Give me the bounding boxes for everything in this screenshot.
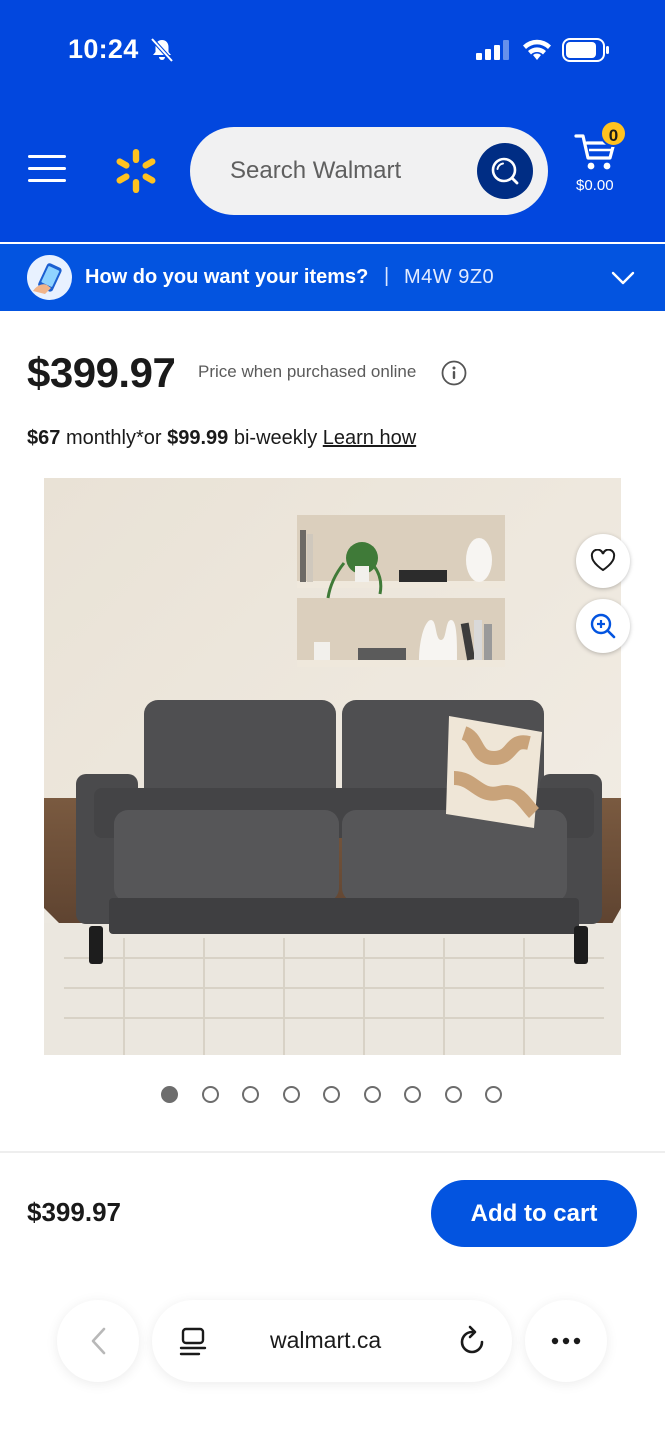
zoom-button[interactable] <box>576 599 630 653</box>
favorite-button[interactable] <box>576 534 630 588</box>
page-menu-icon[interactable] <box>179 1327 207 1357</box>
battery-icon <box>562 38 609 62</box>
carousel-dot[interactable] <box>404 1086 421 1103</box>
monthly-text: monthly*or <box>65 427 162 449</box>
search-button[interactable] <box>477 143 533 199</box>
price-note: Price when purchased online <box>198 362 417 381</box>
search-bar <box>190 127 548 215</box>
chevron-left-icon <box>91 1327 106 1355</box>
menu-line <box>28 155 66 158</box>
cart-button[interactable]: 0 $0.00 <box>570 118 640 198</box>
menu-line <box>28 179 66 182</box>
add-to-cart-button[interactable]: Add to cart <box>431 1180 637 1247</box>
postal-code: M4W 9Z0 <box>404 266 495 288</box>
financing-line: $67 monthly*or $99.99 bi-weekly Learn ho… <box>27 427 416 450</box>
image-carousel-dots <box>161 1086 506 1104</box>
browser-more-button[interactable] <box>525 1300 607 1382</box>
menu-button[interactable] <box>28 155 68 187</box>
carousel-dot[interactable] <box>161 1086 178 1103</box>
carousel-dot[interactable] <box>323 1086 340 1103</box>
reload-icon[interactable] <box>457 1325 487 1357</box>
product-image[interactable] <box>44 478 621 1055</box>
menu-line <box>28 167 66 170</box>
app-header: 10:24 Search Walmart 0 $0.00 <box>0 0 665 242</box>
learn-how-link[interactable]: Learn how <box>323 427 416 449</box>
carousel-dot[interactable] <box>201 1086 219 1103</box>
carousel-dot[interactable] <box>282 1086 300 1103</box>
delivery-phone-icon <box>27 255 72 300</box>
browser-url: walmart.ca <box>270 1327 382 1353</box>
product-price: $399.97 <box>27 349 176 396</box>
bell-off-icon <box>150 37 174 63</box>
delivery-question: How do you want your items? <box>85 266 369 288</box>
more-dots-icon <box>551 1337 581 1345</box>
status-time: 10:24 <box>68 34 139 64</box>
carousel-dot[interactable] <box>444 1086 462 1103</box>
search-icon <box>491 157 519 185</box>
sticky-price: $399.97 <box>27 1197 121 1227</box>
biweekly-text: bi-weekly <box>233 427 318 449</box>
delivery-separator: | <box>384 265 390 287</box>
signal-icon <box>476 40 509 60</box>
cart-count-badge: 0 <box>600 120 627 147</box>
wifi-icon <box>523 39 551 60</box>
walmart-spark-logo-icon[interactable] <box>111 146 161 196</box>
info-icon[interactable] <box>441 360 467 386</box>
carousel-dot[interactable] <box>242 1086 259 1103</box>
zoom-in-icon <box>590 613 616 639</box>
biweekly-amount: $99.99 <box>167 427 229 449</box>
carousel-dot[interactable] <box>363 1086 381 1103</box>
browser-address-bar[interactable]: walmart.ca <box>152 1300 512 1382</box>
heart-icon <box>590 549 616 572</box>
monthly-amount: $67 <box>27 427 61 449</box>
divider <box>0 1151 665 1153</box>
cart-total: $0.00 <box>576 177 614 194</box>
chevron-down-icon <box>611 271 635 285</box>
browser-back-button[interactable] <box>57 1300 139 1382</box>
delivery-selector[interactable]: How do you want your items? | M4W 9Z0 <box>0 244 665 311</box>
carousel-dot[interactable] <box>485 1086 502 1103</box>
search-input[interactable] <box>230 127 460 215</box>
